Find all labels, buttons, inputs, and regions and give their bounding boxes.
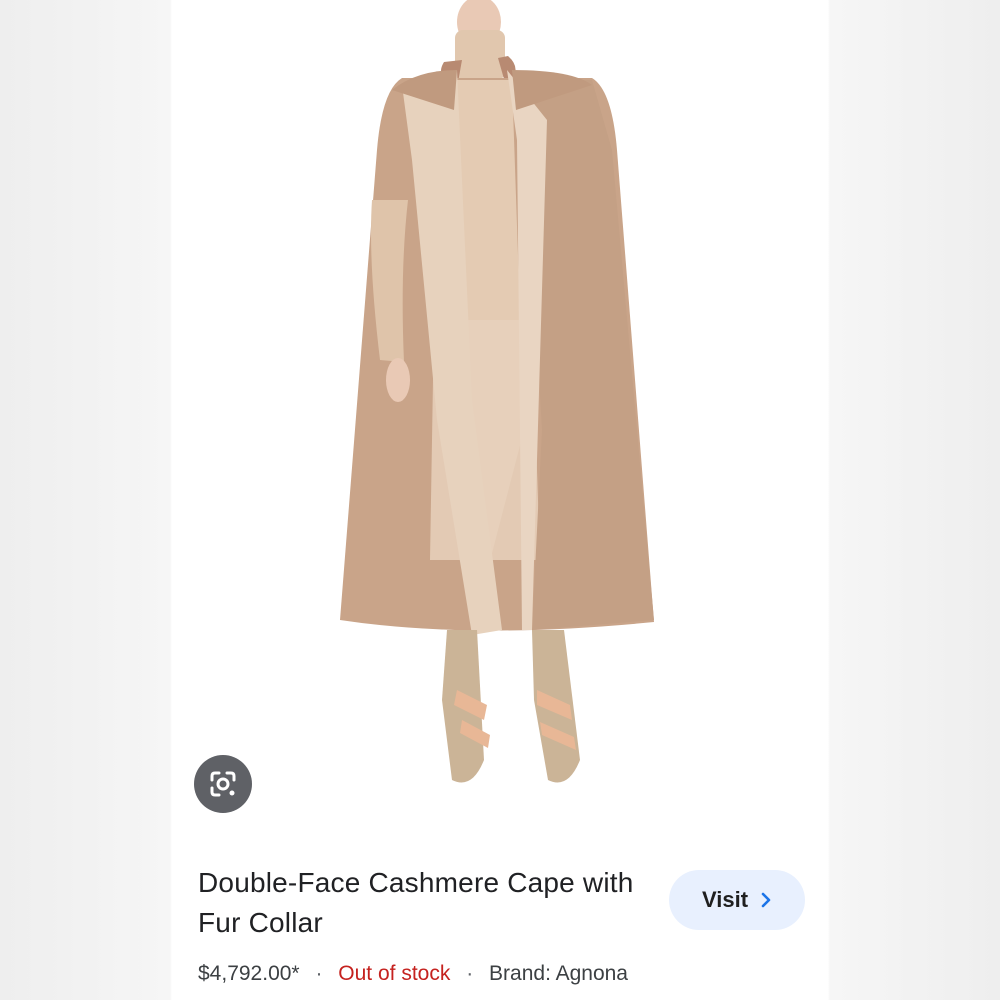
google-lens-icon: [210, 771, 236, 797]
cape-model-illustration: [340, 0, 654, 783]
product-meta: $4,792.00* · Out of stock · Brand: Agnon…: [198, 962, 628, 986]
separator-dot: ·: [466, 962, 474, 985]
turtleneck-collar: [455, 30, 505, 80]
product-title[interactable]: Double-Face Cashmere Cape with Fur Colla…: [198, 863, 648, 943]
stock-status: Out of stock: [338, 962, 451, 985]
visit-button[interactable]: Visit: [669, 870, 805, 930]
screenshot-frame: Double-Face Cashmere Cape with Fur Colla…: [0, 0, 1000, 1000]
visit-button-label: Visit: [701, 887, 749, 912]
brand: Brand: Agnona: [489, 962, 628, 985]
separator-dot: ·: [315, 962, 323, 985]
google-lens-button[interactable]: [194, 755, 252, 813]
product-image[interactable]: [172, 0, 828, 840]
chevron-right-icon: [761, 892, 771, 908]
product-card: Double-Face Cashmere Cape with Fur Colla…: [172, 0, 828, 1000]
price: $4,792.00*: [198, 962, 300, 985]
